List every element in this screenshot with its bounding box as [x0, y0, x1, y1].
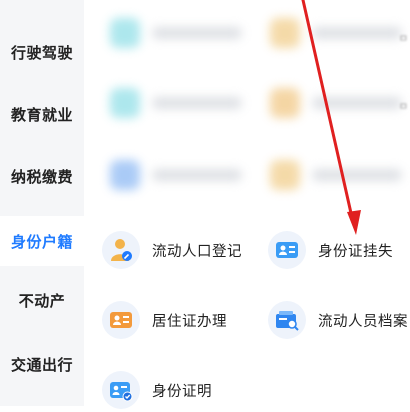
clipped-label-fragment: ㅁ: [398, 102, 408, 113]
blurred-label: [312, 97, 402, 109]
sidebar-item-label: 交通出行: [10, 355, 73, 374]
service-label: 身份证挂失: [318, 243, 393, 260]
blurred-service-item[interactable]: [270, 88, 402, 118]
residence-card-icon: [102, 301, 140, 339]
sidebar-item-transport[interactable]: 交通出行: [0, 342, 84, 386]
category-sidebar: 行驶驾驶 教育就业 纳税缴费 身份户籍 不动产 交通出行: [0, 0, 84, 406]
blurred-service-item[interactable]: [110, 88, 242, 118]
blurred-icon: [270, 160, 300, 190]
sidebar-item-label: 教育就业: [10, 105, 73, 124]
service-label: 流动人口登记: [152, 243, 242, 260]
blurred-icon: [110, 88, 140, 118]
id-card-icon: [268, 231, 306, 269]
blurred-label: [312, 27, 402, 39]
service-personnel-archive[interactable]: 流动人员档案: [268, 298, 408, 342]
blurred-label: [152, 169, 242, 181]
service-grid: 流动人口登记 身份证挂失 居住证办理 流动人员档案 身份证明 ㅁ ㅁ: [84, 0, 410, 409]
service-label: 居住证办理: [152, 313, 227, 330]
blurred-icon: [270, 18, 300, 48]
blurred-icon: [270, 88, 300, 118]
clipped-label-fragment: ㅁ: [398, 34, 408, 45]
blurred-label: [152, 27, 242, 39]
blurred-label: [152, 97, 242, 109]
sidebar-item-label: 身份户籍: [10, 232, 73, 251]
sidebar-item-tax[interactable]: 纳税缴费: [0, 154, 84, 198]
service-label: 身份证明: [152, 383, 212, 400]
sidebar-item-label: 不动产: [18, 291, 66, 310]
blurred-label: [312, 169, 402, 181]
service-label: 流动人员档案: [318, 313, 408, 330]
sidebar-item-real-estate[interactable]: 不动产: [0, 278, 84, 322]
service-residence-permit[interactable]: 居住证办理: [102, 298, 227, 342]
service-floating-population[interactable]: 流动人口登记: [102, 228, 242, 272]
sidebar-item-identity[interactable]: 身份户籍: [0, 216, 84, 266]
blurred-icon: [110, 18, 140, 48]
blurred-service-item[interactable]: [270, 160, 402, 190]
sidebar-item-education[interactable]: 教育就业: [0, 92, 84, 136]
person-edit-icon: [102, 231, 140, 269]
sidebar-item-driving[interactable]: 行驶驾驶: [0, 30, 84, 74]
id-check-icon: [102, 371, 140, 409]
sidebar-item-label: 行驶驾驶: [10, 43, 73, 62]
service-identity-proof[interactable]: 身份证明: [102, 368, 212, 412]
service-id-card-loss[interactable]: 身份证挂失: [268, 228, 393, 272]
sidebar-item-label: 纳税缴费: [10, 167, 73, 186]
blurred-icon: [110, 160, 140, 190]
archive-search-icon: [268, 301, 306, 339]
blurred-service-item[interactable]: [110, 160, 242, 190]
blurred-service-item[interactable]: [110, 18, 242, 48]
blurred-service-item[interactable]: [270, 18, 402, 48]
